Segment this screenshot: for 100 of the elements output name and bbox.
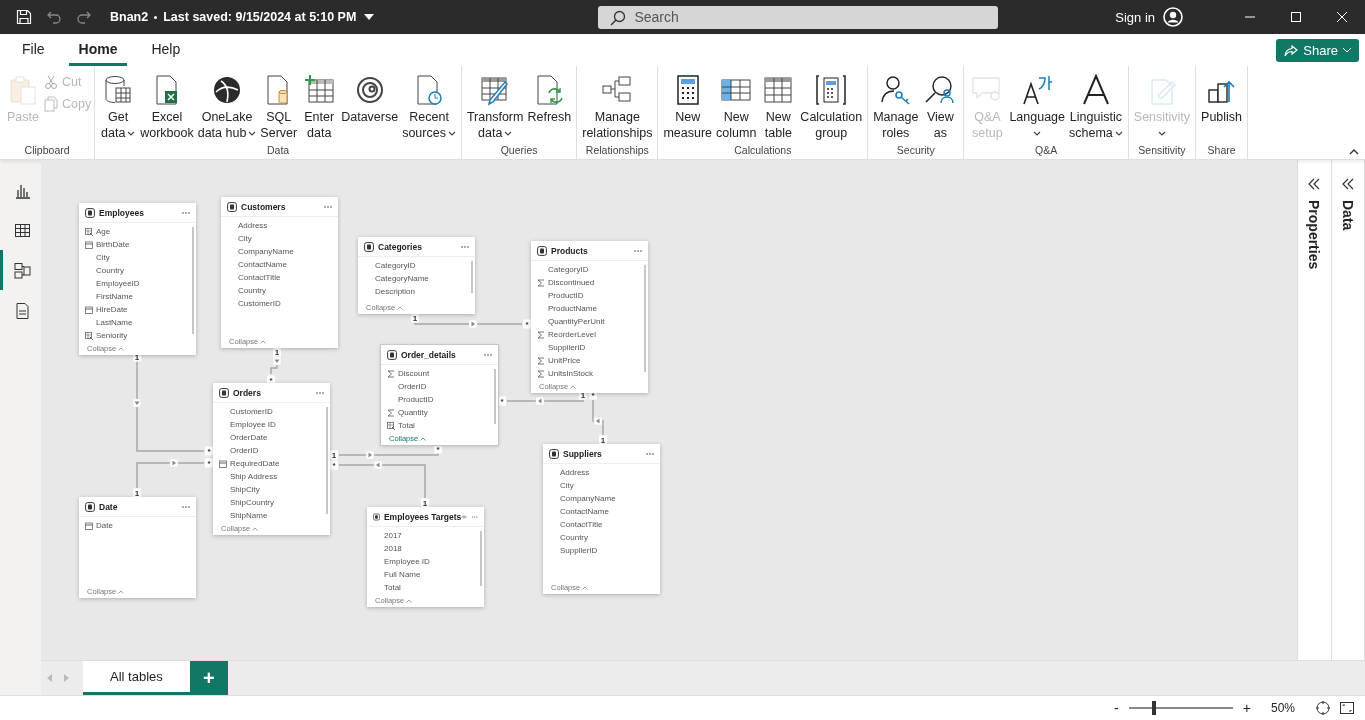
- more-options-icon[interactable]: [484, 353, 492, 356]
- field-name[interactable]: Country: [96, 266, 124, 275]
- field-name[interactable]: OrderID: [398, 382, 427, 391]
- ribbon-button[interactable]: Refresh: [525, 72, 574, 144]
- field-name[interactable]: QuantityPerUnit: [548, 317, 605, 326]
- ribbon-button[interactable]: View as: [920, 72, 961, 144]
- field-name[interactable]: Full Name: [384, 570, 421, 579]
- field-name[interactable]: City: [238, 234, 252, 243]
- field-name[interactable]: Total: [384, 583, 401, 592]
- maximize-icon[interactable]: [1291, 12, 1301, 22]
- ribbon-button[interactable]: Recent sources: [400, 72, 458, 144]
- field-name[interactable]: CustomerID: [238, 299, 281, 308]
- field-name[interactable]: OrderID: [230, 446, 259, 455]
- field-name[interactable]: Quantity: [398, 408, 428, 417]
- more-options-icon[interactable]: [646, 452, 654, 455]
- field-name[interactable]: Employee ID: [384, 557, 430, 566]
- ribbon-button[interactable]: Linguistic schema: [1067, 72, 1125, 144]
- field-name[interactable]: ProductID: [548, 291, 584, 300]
- ribbon-button[interactable]: SQL Server: [258, 72, 300, 144]
- ribbon-button[interactable]: Manage roles: [871, 72, 921, 144]
- ribbon-button[interactable]: New measure: [661, 72, 715, 144]
- more-options-icon[interactable]: [182, 505, 190, 508]
- side-pane-tab[interactable]: Properties: [1298, 160, 1332, 660]
- ribbon-button[interactable]: Transform data: [464, 72, 526, 144]
- ribbon-button[interactable]: Excel workbook: [138, 72, 196, 144]
- field-name[interactable]: OrderDate: [230, 433, 268, 442]
- zoom-in-button[interactable]: +: [1240, 700, 1253, 716]
- ribbon-button[interactable]: Publish: [1199, 72, 1245, 144]
- menu-tab[interactable]: Help: [141, 41, 191, 66]
- field-name[interactable]: Ship Address: [230, 472, 278, 481]
- field-name[interactable]: Total: [398, 421, 415, 430]
- more-options-icon[interactable]: [461, 245, 469, 248]
- sign-in-link[interactable]: Sign in: [1115, 9, 1155, 25]
- field-name[interactable]: ShipName: [230, 511, 268, 520]
- field-name[interactable]: Age: [96, 227, 111, 236]
- save-icon[interactable]: [16, 9, 32, 25]
- field-name[interactable]: BirthDate: [96, 240, 130, 249]
- field-name[interactable]: ContactTitle: [238, 273, 281, 282]
- field-name[interactable]: HireDate: [96, 305, 128, 314]
- field-name[interactable]: SupplierID: [548, 343, 586, 352]
- previous-page-icon[interactable]: [47, 674, 53, 682]
- more-options-icon[interactable]: [182, 211, 190, 214]
- field-name[interactable]: ProductName: [548, 304, 597, 313]
- field-name[interactable]: UnitPrice: [548, 356, 581, 365]
- field-name[interactable]: Country: [238, 286, 266, 295]
- field-name[interactable]: SupplierID: [560, 546, 598, 555]
- side-pane-tab[interactable]: Data: [1331, 160, 1365, 660]
- full-screen-icon[interactable]: [1339, 700, 1355, 716]
- field-name[interactable]: CategoryName: [375, 274, 429, 283]
- relationship-connector[interactable]: [506, 396, 584, 406]
- menu-tab[interactable]: File: [12, 41, 55, 66]
- slider-thumb[interactable]: [1151, 701, 1156, 715]
- field-name[interactable]: Address: [238, 221, 268, 230]
- ribbon-button[interactable]: Language: [1007, 72, 1067, 144]
- field-name[interactable]: 2017: [384, 531, 402, 540]
- field-name[interactable]: Seniority: [96, 331, 128, 340]
- field-name[interactable]: Country: [560, 533, 588, 542]
- more-options-icon[interactable]: [634, 249, 642, 252]
- ribbon-button[interactable]: New column: [714, 72, 759, 144]
- field-name[interactable]: Discontinued: [548, 278, 595, 287]
- relationship-connector[interactable]: [338, 450, 439, 460]
- relationship-connector[interactable]: [270, 356, 282, 375]
- field-name[interactable]: CustomerID: [230, 407, 273, 416]
- field-name[interactable]: CategoryID: [548, 265, 589, 274]
- field-name[interactable]: ShipCity: [230, 485, 260, 494]
- collapse-ribbon-icon[interactable]: [1349, 149, 1359, 155]
- add-page-button[interactable]: +: [189, 661, 228, 695]
- page-tab[interactable]: All tables: [83, 661, 190, 695]
- field-name[interactable]: LastName: [96, 318, 133, 327]
- field-name[interactable]: Description: [375, 287, 415, 296]
- more-options-icon[interactable]: [324, 205, 332, 208]
- undo-icon[interactable]: [46, 9, 62, 25]
- zoom-out-button[interactable]: -: [1112, 700, 1121, 716]
- field-name[interactable]: CompanyName: [560, 494, 616, 503]
- search-field[interactable]: Search: [598, 5, 999, 29]
- relationship-connector[interactable]: [338, 460, 426, 499]
- field-name[interactable]: ReorderLevel: [548, 330, 597, 339]
- field-name[interactable]: ContactName: [560, 507, 609, 516]
- ribbon-button[interactable]: Calculation group: [798, 72, 865, 144]
- field-name[interactable]: City: [96, 253, 110, 262]
- field-name[interactable]: ProductID: [398, 395, 434, 404]
- relationship-connector[interactable]: [132, 361, 205, 452]
- field-name[interactable]: ContactTitle: [560, 520, 603, 529]
- field-name[interactable]: 2018: [384, 544, 402, 553]
- field-name[interactable]: FirstName: [96, 292, 133, 301]
- next-page-icon[interactable]: [63, 674, 69, 682]
- more-options-icon[interactable]: [316, 391, 324, 394]
- ribbon-button[interactable]: Get data: [98, 72, 139, 144]
- relationship-connector[interactable]: [414, 319, 523, 329]
- field-name[interactable]: UnitsInStock: [548, 369, 593, 378]
- ribbon-button[interactable]: Dataverse: [339, 72, 401, 144]
- ribbon-button[interactable]: New table: [758, 72, 799, 144]
- relationship-connector[interactable]: [136, 458, 205, 489]
- field-name[interactable]: RequiredDate: [230, 459, 280, 468]
- ribbon-button[interactable]: Manage relationships: [580, 72, 655, 144]
- field-name[interactable]: ContactName: [238, 260, 287, 269]
- ribbon-button[interactable]: OneLake data hub: [195, 72, 259, 144]
- redo-icon[interactable]: [76, 9, 92, 25]
- field-name[interactable]: CategoryID: [375, 261, 416, 270]
- caret-icon[interactable]: [364, 14, 375, 20]
